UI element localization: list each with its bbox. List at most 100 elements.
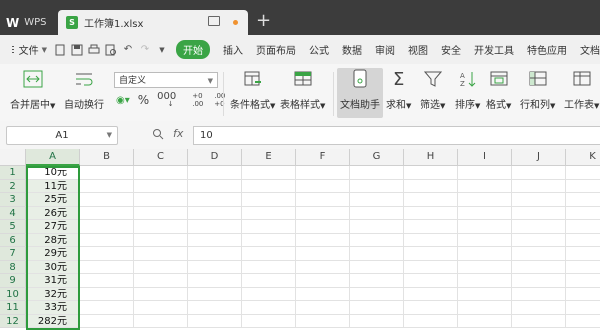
cell-j2[interactable] (512, 179, 566, 193)
cell-k1[interactable] (566, 166, 600, 180)
cell-k10[interactable] (566, 288, 600, 301)
cell-b3[interactable] (80, 193, 134, 207)
cell-g3[interactable] (350, 193, 404, 207)
cell-i6[interactable] (458, 233, 512, 247)
cell-b8[interactable] (80, 260, 134, 274)
row-header-7[interactable]: 7 (0, 247, 26, 261)
cell-h1[interactable] (404, 166, 458, 180)
cell-k9[interactable] (566, 274, 600, 288)
cell-i10[interactable] (458, 287, 512, 301)
cell-a7[interactable]: 29元 (26, 247, 80, 261)
chevron-down-icon[interactable]: ▼ (42, 46, 47, 54)
cell-c4[interactable] (134, 206, 188, 220)
cell-d11[interactable] (188, 301, 242, 315)
cell-f10[interactable] (296, 287, 350, 301)
cell-a9[interactable]: 31元 (26, 274, 80, 288)
cell-c3[interactable] (134, 193, 188, 207)
cell-c12[interactable] (134, 314, 188, 328)
cell-d8[interactable] (188, 260, 242, 274)
cell-e12[interactable] (242, 314, 296, 328)
row-header-12[interactable]: 12 (0, 314, 26, 328)
cell-k4[interactable] (566, 207, 600, 220)
cell-c7[interactable] (134, 247, 188, 261)
cell-b2[interactable] (80, 179, 134, 193)
cell-f6[interactable] (296, 233, 350, 247)
cell-d10[interactable] (188, 287, 242, 301)
more-chevron-icon[interactable]: ▼ (155, 43, 169, 57)
cell-e11[interactable] (242, 301, 296, 315)
cell-b10[interactable] (80, 287, 134, 301)
cell-h8[interactable] (404, 260, 458, 274)
cell-e4[interactable] (242, 206, 296, 220)
cell-c8[interactable] (134, 260, 188, 274)
cell-e5[interactable] (242, 220, 296, 234)
merge-center-button[interactable]: 合并居中▼ (10, 68, 55, 111)
filter-button[interactable]: 筛选▼ (420, 68, 445, 111)
cell-f8[interactable] (296, 260, 350, 274)
row-header-6[interactable]: 6 (0, 233, 26, 247)
cell-c5[interactable] (134, 220, 188, 234)
row-header-2[interactable]: 2 (0, 179, 26, 193)
column-header-c[interactable]: C (134, 149, 188, 166)
row-header-11[interactable]: 11 (0, 301, 26, 315)
redo-icon[interactable]: ↷ (138, 43, 152, 57)
cell-d12[interactable] (188, 314, 242, 328)
cell-b4[interactable] (80, 206, 134, 220)
cell-i8[interactable] (458, 260, 512, 274)
cell-d9[interactable] (188, 274, 242, 288)
column-header-j[interactable]: J (512, 149, 566, 166)
cell-k5[interactable] (566, 220, 600, 234)
cell-g10[interactable] (350, 287, 404, 301)
cell-h7[interactable] (404, 247, 458, 261)
tab-data[interactable]: 数据 (342, 42, 362, 57)
cell-k12[interactable] (566, 315, 600, 328)
thousands-button[interactable]: 000 ↓ (157, 91, 184, 108)
table-style-button[interactable]: 表格样式▼ (280, 68, 325, 111)
tab-review[interactable]: 审阅 (375, 42, 395, 57)
column-header-d[interactable]: D (188, 149, 242, 166)
cell-c9[interactable] (134, 274, 188, 288)
tab-insert[interactable]: 插入 (223, 42, 243, 57)
cell-a8[interactable]: 30元 (26, 260, 80, 274)
cell-d6[interactable] (188, 233, 242, 247)
cell-d7[interactable] (188, 247, 242, 261)
increase-decimal-button[interactable]: +0 .00 (192, 92, 206, 108)
cell-h12[interactable] (404, 314, 458, 328)
doc-helper-button[interactable]: 文档助手 (337, 68, 383, 118)
cell-d4[interactable] (188, 206, 242, 220)
cell-d5[interactable] (188, 220, 242, 234)
cell-g4[interactable] (350, 206, 404, 220)
wrap-text-button[interactable]: 自动换行 (64, 68, 104, 111)
cell-h11[interactable] (404, 301, 458, 315)
cell-c2[interactable] (134, 179, 188, 193)
sort-button[interactable]: AZ 排序▼ (455, 68, 480, 111)
cell-k2[interactable] (566, 180, 600, 193)
row-header-5[interactable]: 5 (0, 220, 26, 234)
cell-e1[interactable] (242, 166, 296, 180)
cell-a4[interactable]: 26元 (26, 206, 80, 220)
tab-view[interactable]: 视图 (408, 42, 428, 57)
cell-k7[interactable] (566, 247, 600, 261)
spreadsheet-grid[interactable]: A B C D E F G H I J K 1 10元 2 11元 3 25元 4 26元 5 27元 6 28元 7 29元 8… (0, 149, 600, 330)
undo-icon[interactable]: ↶ (121, 43, 135, 57)
cell-a1[interactable]: 10元 (26, 166, 80, 180)
cell-h6[interactable] (404, 233, 458, 247)
cell-a6[interactable]: 28元 (26, 233, 80, 247)
cell-c10[interactable] (134, 287, 188, 301)
save-icon[interactable] (70, 43, 84, 57)
tab-formulas[interactable]: 公式 (309, 42, 329, 57)
cell-c6[interactable] (134, 233, 188, 247)
hamburger-icon[interactable] (12, 44, 14, 55)
cell-a2[interactable]: 11元 (26, 179, 80, 193)
cell-j7[interactable] (512, 247, 566, 261)
cell-c1[interactable] (134, 166, 188, 180)
cell-f12[interactable] (296, 314, 350, 328)
cell-j9[interactable] (512, 274, 566, 288)
cell-g12[interactable] (350, 314, 404, 328)
cell-k6[interactable] (566, 234, 600, 247)
cell-d2[interactable] (188, 179, 242, 193)
cell-f1[interactable] (296, 166, 350, 180)
cell-a5[interactable]: 27元 (26, 220, 80, 234)
cell-e7[interactable] (242, 247, 296, 261)
cell-b11[interactable] (80, 301, 134, 315)
